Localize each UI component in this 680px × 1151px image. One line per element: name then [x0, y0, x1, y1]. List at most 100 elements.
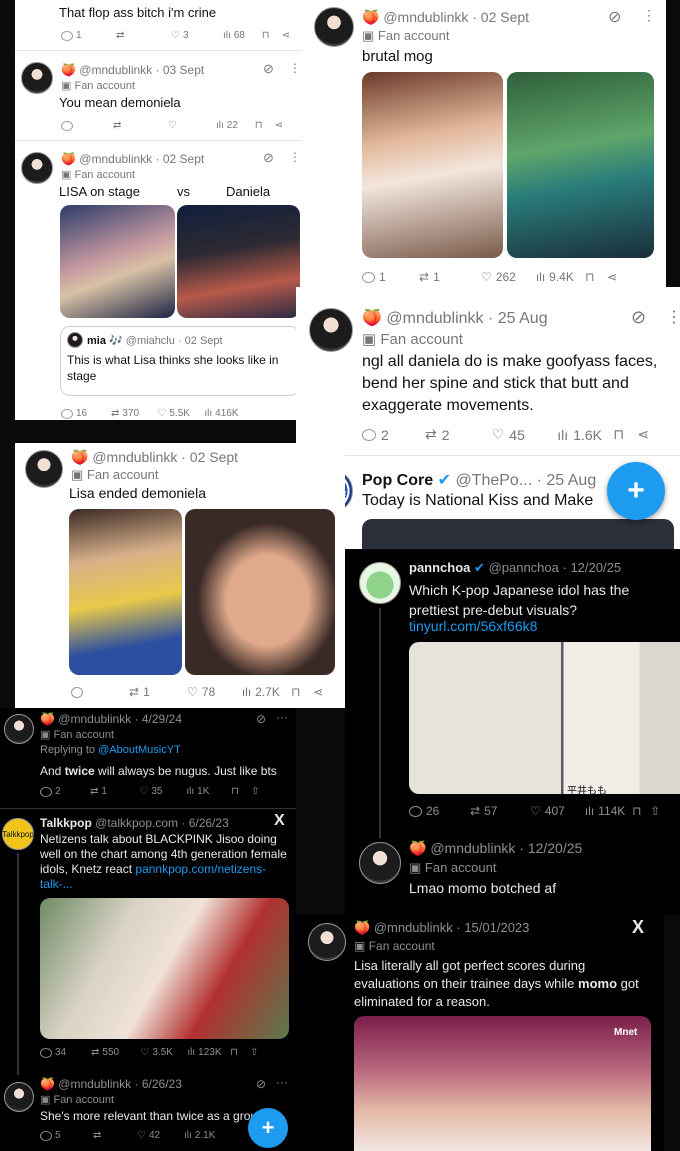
more-dots-icon[interactable]: ⋮ — [289, 61, 301, 75]
bookmark-icon[interactable]: ⊓ — [231, 786, 251, 797]
reply-icon[interactable] — [40, 1130, 52, 1141]
x-logo-icon[interactable]: X — [274, 812, 285, 830]
reply-icon[interactable] — [40, 786, 52, 797]
screenshot-panel-2: 🍑 @mndublinkk · 02 Sept ▣ Fan account ⊘ … — [302, 0, 666, 290]
avatar[interactable] — [359, 562, 401, 604]
repost-icon[interactable]: ⇄ — [93, 1130, 137, 1141]
like-icon[interactable]: ♡ — [171, 30, 180, 41]
like-icon[interactable]: ♡ — [530, 804, 541, 818]
views-icon[interactable]: ılı — [223, 30, 231, 41]
tweet-image[interactable] — [409, 642, 680, 794]
repost-icon[interactable]: ⇄ — [425, 426, 437, 443]
like-icon[interactable]: ♡ — [481, 270, 492, 284]
share-icon[interactable]: ⇧ — [250, 1047, 258, 1058]
more-dots-icon[interactable]: ⋮ — [642, 7, 656, 24]
views-icon[interactable]: ılı — [204, 408, 212, 419]
bookmark-icon[interactable]: ⊓ — [255, 120, 275, 131]
more-dots-icon[interactable]: ··· — [276, 710, 288, 724]
avatar[interactable] — [309, 308, 353, 352]
views-icon[interactable]: ılı — [585, 804, 594, 818]
more-dots-icon[interactable]: ⋮ — [666, 307, 680, 327]
views-icon[interactable]: ılı — [242, 685, 251, 699]
share-icon[interactable]: ⋖ — [313, 685, 323, 699]
tweet-image[interactable] — [362, 519, 674, 549]
grok-icon[interactable]: ⊘ — [631, 307, 646, 328]
tweet-image[interactable] — [362, 72, 503, 258]
like-icon[interactable]: ♡ — [187, 685, 198, 699]
views-icon[interactable]: ılı — [187, 1047, 195, 1058]
tweet-link[interactable]: tinyurl.com/56xf66k8 — [409, 618, 537, 634]
avatar[interactable] — [21, 62, 53, 94]
tweet-image[interactable] — [177, 205, 300, 318]
avatar[interactable] — [4, 1082, 34, 1112]
like-icon[interactable]: ♡ — [157, 408, 166, 419]
more-dots-icon[interactable]: ··· — [276, 1075, 288, 1089]
share-icon[interactable]: ⋖ — [282, 30, 290, 41]
reply-icon[interactable] — [71, 686, 83, 698]
reply-icon[interactable] — [61, 120, 73, 131]
tweet-image[interactable] — [40, 898, 289, 1039]
repost-icon[interactable]: ⇄ — [470, 804, 480, 818]
tweet-image[interactable] — [60, 205, 175, 318]
avatar[interactable] — [67, 332, 83, 348]
bookmark-icon[interactable]: ⊓ — [262, 30, 282, 41]
avatar[interactable] — [25, 450, 63, 488]
reply-icon[interactable] — [61, 408, 73, 419]
share-icon[interactable]: ⇧ — [251, 786, 259, 797]
share-icon[interactable]: ⋖ — [607, 270, 617, 284]
like-icon[interactable]: ♡ — [137, 1130, 146, 1141]
repost-icon[interactable]: ⇄ — [90, 786, 98, 797]
reply-icon[interactable] — [61, 30, 73, 41]
grok-icon[interactable]: ⊘ — [263, 61, 274, 77]
repost-icon[interactable]: ⇄ — [91, 1047, 99, 1058]
share-icon[interactable]: ⇧ — [650, 804, 660, 818]
tweet-image[interactable] — [507, 72, 654, 258]
like-icon[interactable]: ♡ — [168, 120, 216, 131]
grok-icon[interactable]: ⊘ — [256, 1077, 266, 1091]
views-icon[interactable]: ılı — [536, 270, 545, 284]
avatar[interactable] — [4, 714, 34, 744]
reply-icon[interactable] — [362, 271, 375, 283]
bookmark-icon[interactable]: ⊓ — [291, 685, 313, 699]
tweet-actions: 34 ⇄ 550 ♡ 3.5K ılı 123K ⊓ ⇧ — [40, 1047, 259, 1058]
bookmark-icon[interactable]: ⊓ — [585, 270, 607, 284]
x-logo-icon[interactable]: X — [632, 917, 644, 938]
tweet-image[interactable] — [185, 509, 335, 675]
compose-plus-icon[interactable]: + — [248, 1108, 288, 1148]
share-icon[interactable]: ⋖ — [637, 426, 649, 443]
grok-icon[interactable]: ⊘ — [263, 150, 274, 166]
tweet-image[interactable] — [69, 509, 182, 675]
views-icon[interactable]: ılı — [216, 120, 224, 131]
repost-icon[interactable]: ⇄ — [116, 30, 171, 41]
avatar[interactable] — [314, 7, 354, 47]
bookmark-icon[interactable]: ⊓ — [632, 804, 650, 818]
repost-icon[interactable]: ⇄ — [129, 685, 139, 699]
screenshot-panel-5: 🍑 @mndublinkk · 4/29/24 ▣ Fan account ⊘ … — [0, 708, 296, 1151]
grok-icon[interactable]: ⊘ — [256, 712, 266, 726]
avatar[interactable] — [359, 842, 401, 884]
views-icon[interactable]: ılı — [184, 1130, 192, 1141]
avatar[interactable] — [21, 152, 53, 184]
repost-icon[interactable]: ⇄ — [111, 408, 119, 419]
views-icon[interactable]: ılı — [557, 427, 568, 443]
reply-icon[interactable] — [409, 805, 422, 817]
reply-icon[interactable] — [362, 428, 376, 441]
avatar[interactable] — [308, 923, 346, 961]
views-icon[interactable]: ılı — [186, 786, 194, 797]
bookmark-icon[interactable]: ⊓ — [613, 426, 637, 443]
share-icon[interactable]: ⋖ — [275, 120, 283, 131]
bookmark-icon[interactable]: ⊓ — [230, 1047, 250, 1058]
more-dots-icon[interactable]: ⋮ — [289, 150, 301, 164]
grok-icon[interactable]: ⊘ — [608, 7, 621, 27]
fan-account-badge-icon: ▣ — [61, 80, 72, 92]
repost-icon[interactable]: ⇄ — [419, 270, 429, 284]
tweet-image[interactable] — [354, 1016, 651, 1151]
avatar[interactable]: Talkkpop — [2, 818, 34, 850]
like-icon[interactable]: ♡ — [139, 786, 148, 797]
like-icon[interactable]: ♡ — [140, 1047, 149, 1058]
repost-icon[interactable]: ⇄ — [113, 120, 168, 131]
like-icon[interactable]: ♡ — [492, 426, 505, 443]
reply-icon[interactable] — [40, 1047, 52, 1058]
thread-line — [17, 853, 19, 1075]
compose-plus-icon[interactable]: + — [607, 462, 665, 520]
